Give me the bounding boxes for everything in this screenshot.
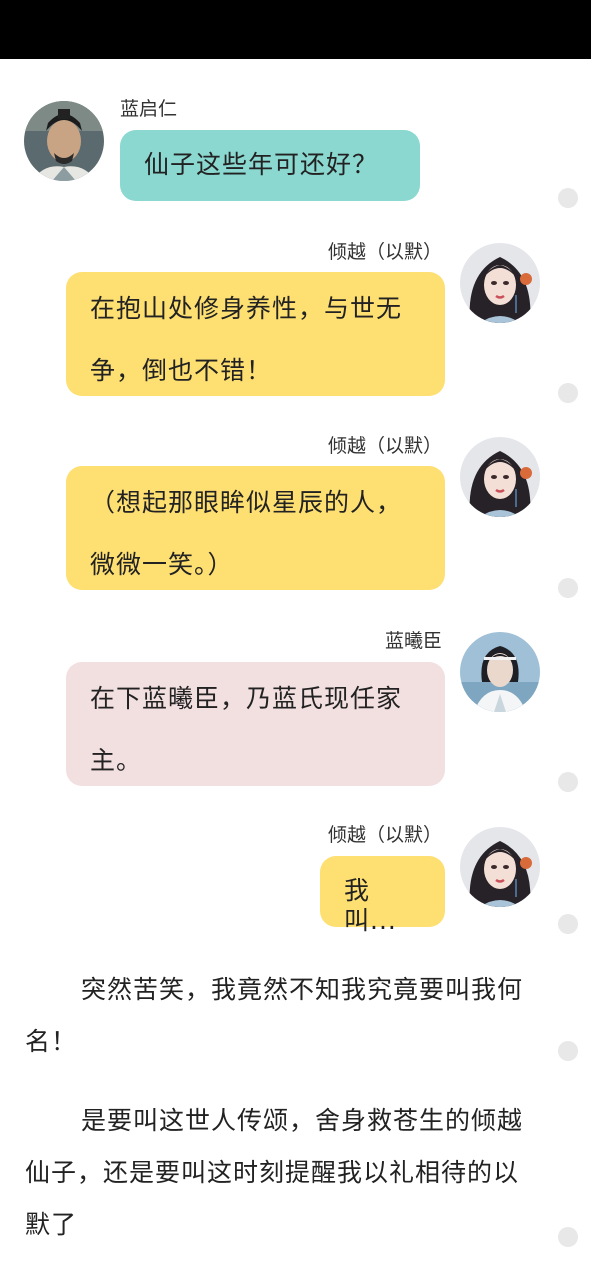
- scroll-marker: [558, 578, 578, 598]
- status-bar: [0, 0, 591, 59]
- message-bubble[interactable]: 在下蓝曦臣，乃蓝氏现任家主。: [66, 662, 445, 786]
- message-bubble[interactable]: （想起那眼眸似星辰的人，微微一笑。）: [66, 466, 445, 590]
- scroll-marker: [558, 1041, 578, 1061]
- scroll-marker: [558, 383, 578, 403]
- scroll-marker: [558, 1227, 578, 1247]
- scroll-marker: [558, 914, 578, 934]
- speaker-name: 倾越（以默）: [327, 824, 442, 846]
- speaker-name: 倾越（以默）: [327, 435, 442, 457]
- message-bubble[interactable]: 在抱山处修身养性，与世无争，倒也不错！: [66, 272, 445, 396]
- scroll-marker: [558, 772, 578, 792]
- avatar-qingyue[interactable]: [460, 437, 540, 517]
- avatar-qingyue[interactable]: [460, 827, 540, 907]
- message-bubble[interactable]: 仙子这些年可还好？: [120, 130, 420, 201]
- speaker-name: 蓝曦臣: [384, 630, 442, 652]
- narration-paragraph: 突然苦笑，我竟然不知我究竟要叫我何名！: [25, 975, 524, 1056]
- avatar-lan-xichen[interactable]: [460, 632, 540, 712]
- speaker-name: 蓝启仁: [120, 98, 178, 120]
- speaker-name: 倾越（以默）: [327, 241, 442, 263]
- avatar-lan-qiren[interactable]: [24, 101, 104, 181]
- scroll-marker: [558, 188, 578, 208]
- narration-paragraph: 是要叫这世人传颂，舍身救苍生的倾越仙子，还是要叫这时刻提醒我以礼相待的以默了: [25, 1106, 524, 1239]
- avatar-qingyue[interactable]: [460, 243, 540, 323]
- message-bubble[interactable]: 我叫...: [320, 856, 445, 935]
